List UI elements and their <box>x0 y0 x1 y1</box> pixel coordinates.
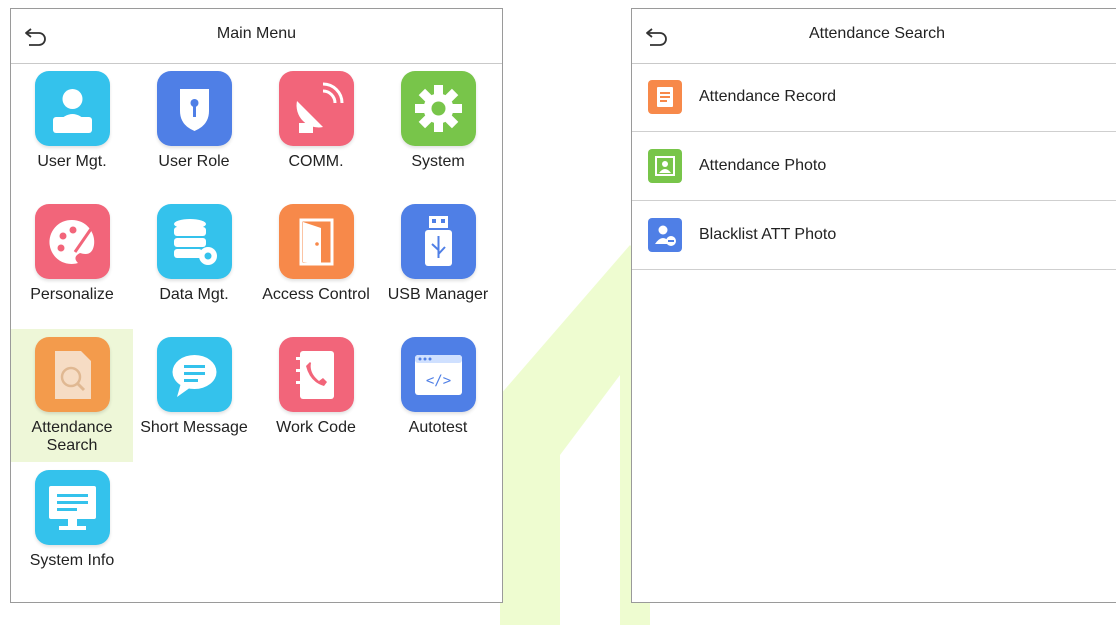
code-window-icon: </> <box>401 337 476 412</box>
database-icon <box>157 204 232 279</box>
palette-icon <box>35 204 110 279</box>
tile-label-line2: Search <box>46 437 98 454</box>
search-document-icon <box>35 337 110 412</box>
attendance-search-screen: Attendance Search Attendance Record Atte… <box>631 8 1116 603</box>
page-title: Attendance Search <box>808 25 946 42</box>
menu-tile-data-mgt[interactable]: Data Mgt. <box>133 196 255 329</box>
user-icon <box>35 71 110 146</box>
user-blocked-icon <box>648 218 682 252</box>
menu-tile-short-message[interactable]: Short Message <box>133 329 255 462</box>
satellite-dish-icon <box>279 71 354 146</box>
menu-tile-access-control[interactable]: Access Control <box>255 196 377 329</box>
page-title: Main Menu <box>216 25 297 42</box>
menu-tile-autotest[interactable]: </> Autotest <box>377 329 499 462</box>
list-item-blacklist-att-photo[interactable]: Blacklist ATT Photo <box>632 201 1116 270</box>
list-item-attendance-record[interactable]: Attendance Record <box>632 63 1116 132</box>
chat-bubble-icon <box>157 337 232 412</box>
photo-portrait-icon <box>648 149 682 183</box>
menu-tile-personalize[interactable]: Personalize <box>11 196 133 329</box>
monitor-icon <box>35 470 110 545</box>
tile-label-line1: Attendance <box>31 419 113 436</box>
menu-tile-system-info[interactable]: System Info <box>11 462 133 595</box>
menu-tile-comm[interactable]: COMM. <box>255 63 377 196</box>
main-menu-screen: Main Menu User Mgt. User Role COMM. Syst… <box>10 8 503 603</box>
menu-tile-system[interactable]: System <box>377 63 499 196</box>
attendance-search-titlebar: Attendance Search <box>632 9 1116 64</box>
menu-tile-usb-manager[interactable]: USB Manager <box>377 196 499 329</box>
door-icon <box>279 204 354 279</box>
menu-tile-user-role[interactable]: User Role <box>133 63 255 196</box>
menu-tile-work-code[interactable]: Work Code <box>255 329 377 462</box>
watermark-chevron <box>500 245 650 625</box>
menu-tile-attendance-search[interactable]: Attendance Search <box>11 329 133 462</box>
attendance-search-list: Attendance Record Attendance Photo Black… <box>632 63 1116 270</box>
usb-icon <box>401 204 476 279</box>
svg-text:</>: </> <box>426 373 451 389</box>
notebook-phone-icon <box>279 337 354 412</box>
main-menu-titlebar: Main Menu <box>11 9 502 64</box>
list-item-attendance-photo[interactable]: Attendance Photo <box>632 132 1116 201</box>
menu-tile-user-mgt[interactable]: User Mgt. <box>11 63 133 196</box>
shield-key-icon <box>157 71 232 146</box>
record-list-icon <box>648 80 682 114</box>
gear-icon <box>401 71 476 146</box>
